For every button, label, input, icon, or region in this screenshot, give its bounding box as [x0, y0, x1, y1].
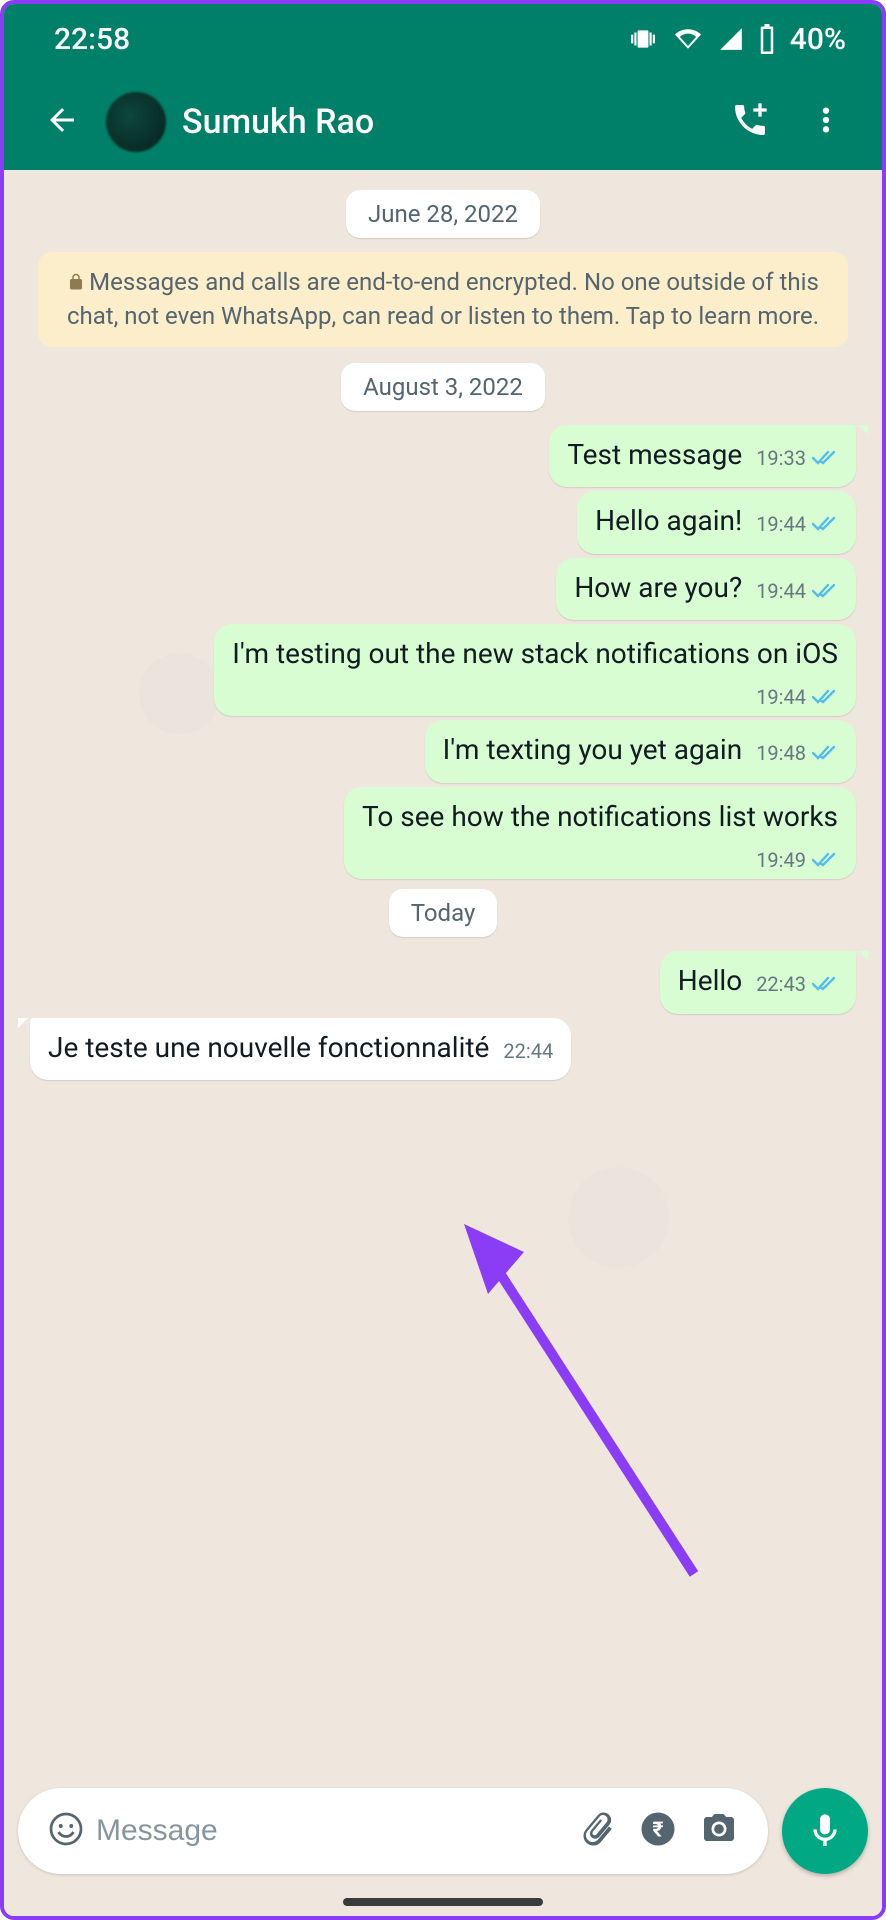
read-ticks-icon	[812, 744, 838, 762]
message-time: 19:44	[756, 578, 806, 604]
battery-percent: 40%	[790, 22, 846, 57]
status-time: 22:58	[54, 22, 130, 57]
message-time: 19:33	[756, 445, 806, 471]
back-button[interactable]	[24, 88, 100, 156]
annotation-arrow	[464, 1224, 764, 1604]
message-input[interactable]	[96, 1814, 568, 1848]
message-text: Hello again!	[595, 504, 742, 537]
message-text: I'm testing out the new stack notificati…	[232, 637, 838, 670]
message-text: How are you?	[574, 571, 742, 604]
status-icons: 40%	[628, 22, 846, 57]
read-ticks-icon	[812, 851, 838, 869]
date-divider: August 3, 2022	[341, 363, 545, 411]
camera-button[interactable]	[688, 1801, 750, 1861]
message-text: To see how the notifications list works	[362, 800, 838, 833]
message-out[interactable]: To see how the notifications list works …	[18, 787, 868, 879]
attach-button[interactable]	[568, 1801, 628, 1861]
more-options-button[interactable]	[790, 86, 862, 158]
message-time: 22:44	[503, 1038, 553, 1064]
battery-icon	[758, 24, 776, 54]
message-text: I'm texting you yet again	[443, 733, 743, 766]
message-time: 19:48	[756, 740, 806, 766]
message-out[interactable]: Test message 19:33	[18, 425, 868, 487]
wifi-icon	[672, 26, 704, 52]
message-in[interactable]: Je teste une nouvelle fonctionnalité 22:…	[18, 1018, 868, 1080]
vibrate-icon	[628, 26, 658, 52]
read-ticks-icon	[812, 688, 838, 706]
voice-message-button[interactable]	[782, 1788, 868, 1874]
signal-icon	[718, 26, 744, 52]
encryption-text: Messages and calls are end-to-end encryp…	[67, 268, 819, 330]
message-out[interactable]: How are you? 19:44	[18, 558, 868, 620]
chat-area[interactable]: June 28, 2022 Messages and calls are end…	[4, 170, 882, 1916]
message-out[interactable]: I'm texting you yet again 19:48	[18, 720, 868, 782]
status-bar: 22:58 40%	[4, 4, 882, 74]
read-ticks-icon	[812, 975, 838, 993]
read-ticks-icon	[812, 582, 838, 600]
message-out[interactable]: I'm testing out the new stack notificati…	[18, 624, 868, 716]
message-text: Test message	[567, 438, 742, 471]
message-input-field: ₹	[18, 1788, 768, 1874]
message-text: Hello	[678, 964, 742, 997]
encryption-notice[interactable]: Messages and calls are end-to-end encryp…	[38, 252, 848, 347]
chat-header: Sumukh Rao	[4, 74, 882, 170]
message-input-bar: ₹	[18, 1788, 868, 1874]
message-out[interactable]: Hello 22:43	[18, 951, 868, 1013]
message-time: 19:44	[756, 511, 806, 537]
call-button[interactable]	[710, 86, 790, 158]
message-time: 19:44	[756, 684, 806, 710]
emoji-button[interactable]	[36, 1801, 96, 1861]
message-time: 22:43	[756, 971, 806, 997]
date-divider: June 28, 2022	[346, 190, 540, 238]
phone-screen: 22:58 40% Sumukh Rao June 28, 2022 Messa…	[0, 0, 886, 1920]
contact-avatar[interactable]	[106, 92, 166, 152]
message-out[interactable]: Hello again! 19:44	[18, 491, 868, 553]
payment-button[interactable]: ₹	[628, 1801, 688, 1861]
lock-icon	[67, 268, 85, 300]
message-time: 19:49	[756, 847, 806, 873]
svg-text:₹: ₹	[652, 1819, 663, 1843]
read-ticks-icon	[812, 449, 838, 467]
contact-name[interactable]: Sumukh Rao	[182, 102, 710, 142]
nav-handle[interactable]	[343, 1898, 543, 1906]
read-ticks-icon	[812, 515, 838, 533]
date-divider: Today	[389, 889, 498, 937]
message-text: Je teste une nouvelle fonctionnalité	[48, 1031, 489, 1064]
